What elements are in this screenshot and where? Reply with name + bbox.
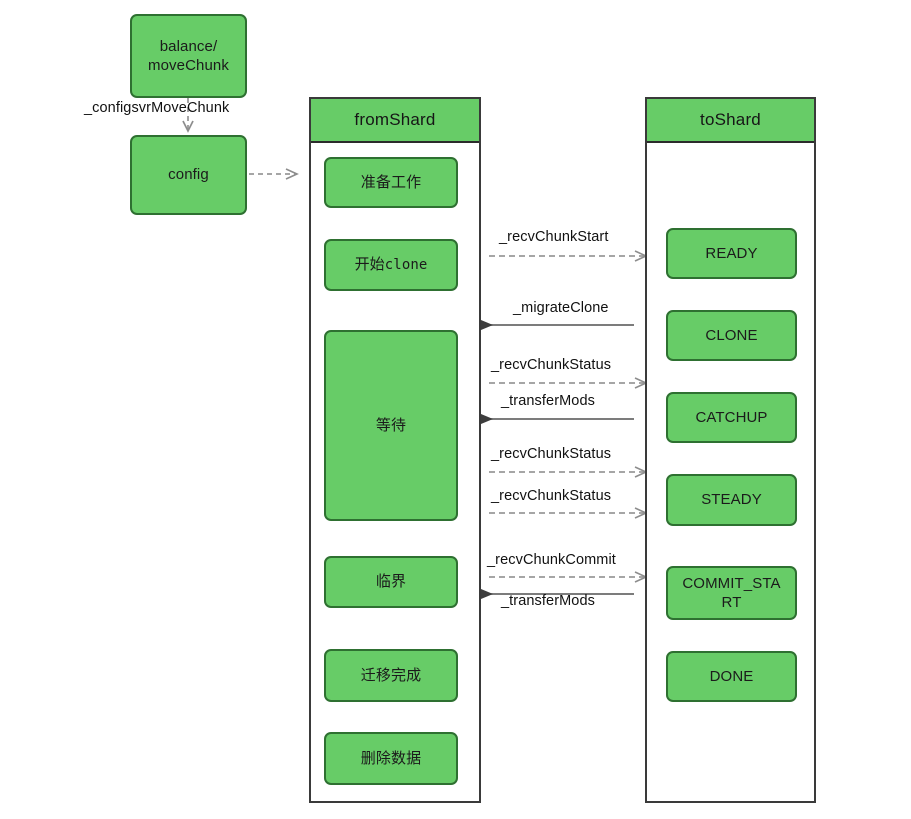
- node-balance-movechunk-line1: balance/: [159, 37, 218, 55]
- node-toshard-catchup[interactable]: CATCHUP: [666, 392, 797, 443]
- node-config-label: config: [168, 166, 209, 184]
- node-toshard-clone-label: CLONE: [705, 326, 758, 344]
- node-fromshard-start-clone-mono: clone: [384, 257, 428, 274]
- message-label-recv-chunk-status-1: _recvChunkStatus: [491, 357, 612, 373]
- node-config[interactable]: config: [130, 135, 247, 215]
- node-toshard-commit-start-line1: COMMIT_STA: [682, 574, 781, 592]
- message-label-recv-chunk-start: _recvChunkStart: [499, 229, 609, 245]
- message-label-transfer-mods-2: _transferMods: [501, 593, 595, 609]
- node-balance-movechunk-line2: moveChunk: [148, 57, 229, 74]
- node-fromshard-start-clone-label: 开始clone: [355, 255, 428, 275]
- node-fromshard-prepare[interactable]: 准备工作: [324, 157, 458, 208]
- node-toshard-ready-label: READY: [705, 244, 758, 262]
- message-label-transfer-mods-1: _transferMods: [501, 393, 595, 409]
- node-toshard-commit-start[interactable]: COMMIT_STA RT: [666, 566, 797, 620]
- message-label-recv-chunk-commit: _recvChunkCommit: [487, 552, 616, 568]
- node-fromshard-migrate-done[interactable]: 迁移完成: [324, 649, 458, 702]
- node-toshard-catchup-label: CATCHUP: [695, 408, 768, 426]
- diagram-canvas: balance/ moveChunk _configsvrMoveChunk c…: [0, 0, 911, 819]
- node-fromshard-delete-data-label: 删除数据: [360, 748, 422, 767]
- node-fromshard-start-clone[interactable]: 开始clone: [324, 239, 458, 291]
- node-toshard-ready[interactable]: READY: [666, 228, 797, 279]
- node-toshard-commit-start-line2: RT: [721, 594, 742, 611]
- node-fromshard-migrate-done-label: 迁移完成: [360, 665, 422, 684]
- node-fromshard-waiting-label: 等待: [375, 415, 407, 434]
- node-fromshard-waiting[interactable]: 等待: [324, 330, 458, 521]
- lane-toshard-title: toShard: [647, 99, 814, 143]
- node-toshard-done[interactable]: DONE: [666, 651, 797, 702]
- node-fromshard-start-clone-prefix: 开始: [354, 255, 385, 274]
- node-fromshard-critical-label: 临界: [375, 572, 407, 591]
- node-toshard-clone[interactable]: CLONE: [666, 310, 797, 361]
- node-fromshard-prepare-label: 准备工作: [360, 172, 422, 191]
- lane-fromshard-title: fromShard: [311, 99, 479, 143]
- node-toshard-done-label: DONE: [709, 667, 754, 685]
- node-fromshard-delete-data[interactable]: 删除数据: [324, 732, 458, 785]
- edge-label-configsvr-movechunk: _configsvrMoveChunk: [84, 100, 230, 116]
- message-label-recv-chunk-status-3: _recvChunkStatus: [491, 488, 612, 504]
- node-fromshard-critical[interactable]: 临界: [324, 556, 458, 608]
- message-label-recv-chunk-status-2: _recvChunkStatus: [491, 446, 612, 462]
- message-label-migrate-clone: _migrateClone: [513, 300, 609, 316]
- node-balance-movechunk[interactable]: balance/ moveChunk: [130, 14, 247, 98]
- node-toshard-steady-label: STEADY: [701, 491, 762, 509]
- node-toshard-steady[interactable]: STEADY: [666, 474, 797, 526]
